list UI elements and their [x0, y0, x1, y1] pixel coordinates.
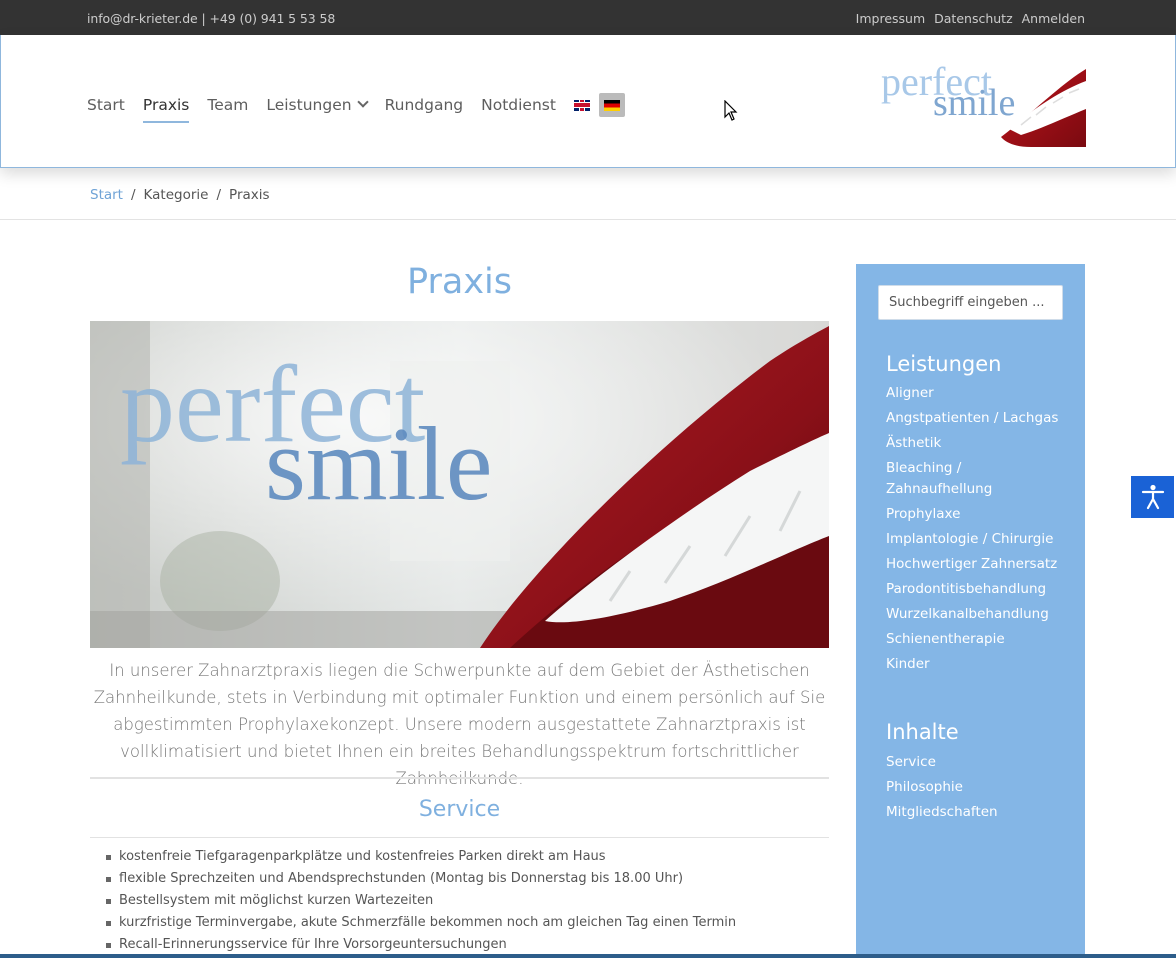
nav-start[interactable]: Start [87, 96, 125, 114]
search-input[interactable] [878, 285, 1063, 320]
top-bar: info@dr-krieter.de | +49 (0) 941 5 53 58… [0, 0, 1176, 35]
page-title: Praxis [407, 262, 512, 302]
breadcrumb: Start / Kategorie / Praxis [90, 187, 270, 203]
list-item: kostenfreie Tiefgaragenparkplätze und ko… [106, 846, 836, 868]
anmelden-link[interactable]: Anmelden [1022, 11, 1085, 26]
service-list: kostenfreie Tiefgaragenparkplätze und ko… [106, 846, 836, 956]
impressum-link[interactable]: Impressum [856, 11, 925, 26]
divider [90, 777, 829, 779]
leistungen-list: Aligner Angstpatienten / Lachgas Ästheti… [886, 383, 1058, 679]
breadcrumb-separator: / [130, 187, 136, 203]
hero-text-smile: smile [265, 405, 492, 522]
sidebar-item-parodontitis[interactable]: Parodontitisbehandlung [886, 579, 1058, 600]
flag-en-icon[interactable] [573, 99, 590, 111]
sidebar-item-aesthetik[interactable]: Ästhetik [886, 433, 1058, 454]
breadcrumb-divider [0, 219, 1176, 220]
contact-info: info@dr-krieter.de | +49 (0) 941 5 53 58 [87, 11, 336, 26]
chevron-down-icon [356, 96, 369, 108]
intro-text: In unserer Zahnarztpraxis liegen die Sch… [93, 661, 826, 788]
list-item: kurzfristige Terminvergabe, akute Schmer… [106, 912, 836, 934]
accessibility-icon [1141, 484, 1164, 510]
sidebar-item-schienentherapie[interactable]: Schienentherapie [886, 629, 1058, 650]
inhalte-heading: Inhalte [886, 720, 959, 744]
perfect-smile-logo[interactable]: perfect smile [881, 59, 1086, 147]
sidebar: Leistungen Aligner Angstpatienten / Lach… [856, 264, 1085, 958]
sidebar-item-kinder[interactable]: Kinder [886, 654, 1058, 675]
sidebar-item-bleaching[interactable]: Bleaching / Zahnaufhellung [886, 458, 1006, 500]
list-item: flexible Sprechzeiten und Abendsprechstu… [106, 868, 836, 890]
accessibility-button[interactable] [1131, 476, 1174, 518]
nav-notdienst[interactable]: Notdienst [481, 96, 556, 114]
nav-leistungen[interactable]: Leistungen [266, 96, 369, 114]
window-bottom-edge [0, 954, 1176, 958]
main-nav: Start Praxis Team Leistungen Rundgang No… [87, 93, 625, 123]
breadcrumb-category: Kategorie [143, 187, 209, 203]
list-item: Bestellsystem mit möglichst kurzen Warte… [106, 890, 836, 912]
sidebar-item-philosophie[interactable]: Philosophie [886, 777, 998, 798]
sidebar-item-angstpatienten[interactable]: Angstpatienten / Lachgas [886, 408, 1058, 429]
sidebar-item-service[interactable]: Service [886, 752, 998, 773]
breadcrumb-current: Praxis [229, 187, 270, 203]
sidebar-item-wurzelkanal[interactable]: Wurzelkanalbehandlung [886, 604, 1058, 625]
hero-image: perfect smile [90, 321, 829, 648]
list-item: Recall-Erinnerungsservice für Ihre Vorso… [106, 934, 836, 956]
sidebar-item-prophylaxe[interactable]: Prophylaxe [886, 504, 1058, 525]
mouse-cursor-icon [724, 100, 738, 121]
datenschutz-link[interactable]: Datenschutz [934, 11, 1013, 26]
sidebar-item-mitgliedschaften[interactable]: Mitgliedschaften [886, 802, 998, 823]
nav-rundgang[interactable]: Rundgang [385, 96, 464, 114]
nav-team[interactable]: Team [207, 96, 248, 114]
inhalte-list: Service Philosophie Mitgliedschaften [886, 752, 998, 827]
nav-leistungen-label: Leistungen [266, 96, 352, 114]
breadcrumb-separator: / [216, 187, 222, 203]
sidebar-item-zahnersatz[interactable]: Hochwertiger Zahnersatz [886, 554, 1058, 575]
sidebar-item-implantologie[interactable]: Implantologie / Chirurgie [886, 529, 1058, 550]
service-heading: Service [418, 797, 501, 822]
breadcrumb-home[interactable]: Start [90, 187, 123, 203]
site-header: Start Praxis Team Leistungen Rundgang No… [0, 35, 1176, 168]
leistungen-heading: Leistungen [886, 352, 1002, 376]
language-de-button[interactable] [598, 93, 625, 117]
flag-de-icon [603, 99, 620, 111]
sidebar-item-aligner[interactable]: Aligner [886, 383, 1058, 404]
divider [90, 837, 829, 838]
nav-praxis[interactable]: Praxis [142, 96, 189, 123]
logo-text-smile: smile [933, 82, 1015, 124]
top-links: Impressum Datenschutz Anmelden [851, 11, 1085, 26]
